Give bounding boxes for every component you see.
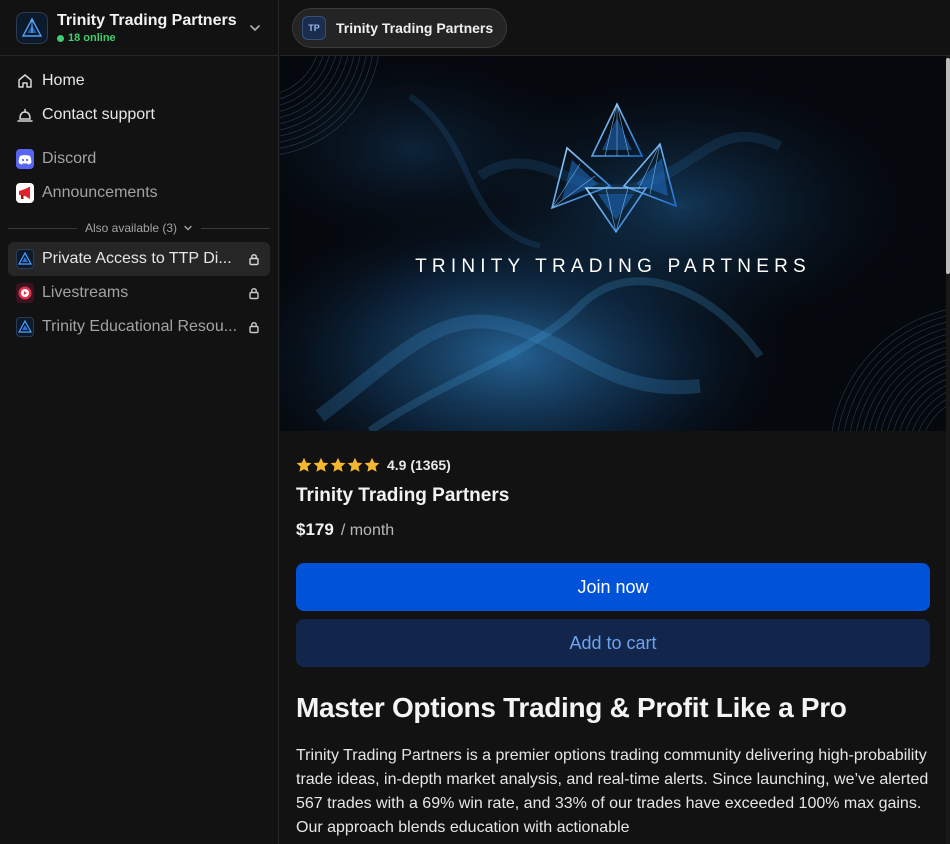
chevron-down-icon [184, 225, 192, 231]
top-bar: TP Trinity Trading Partners [280, 0, 950, 56]
community-name: Trinity Trading Partners [57, 11, 237, 29]
price-period: / month [340, 522, 395, 539]
product-name: Trinity Trading Partners [296, 485, 510, 506]
bell-icon [16, 106, 34, 124]
sidebar-item-livestreams[interactable]: Livestreams [8, 276, 270, 310]
product-description: Trinity Trading Partners is a premier op… [296, 747, 929, 836]
online-dot-icon [57, 34, 64, 42]
star-icon [296, 457, 312, 472]
rating[interactable]: 4.9 (1365) [296, 457, 451, 473]
sidebar-item-announcements[interactable]: Announcements [8, 176, 270, 210]
product-tab-pill[interactable]: TP Trinity Trading Partners [292, 8, 508, 48]
sidebar-item-label: Livestreams [42, 284, 129, 301]
add-to-cart-button[interactable]: Add to cart [296, 619, 930, 667]
product-banner: TRINITY TRADING PARTNERS [280, 56, 946, 431]
rating-value: 4.9 (1365) [387, 457, 451, 473]
banner-title: TRINITY TRADING PARTNERS [415, 256, 811, 277]
also-available-divider[interactable]: Also available (3) [8, 220, 271, 236]
online-count: 18 online [68, 31, 116, 44]
home-icon [16, 72, 34, 90]
scrollbar[interactable] [946, 56, 950, 844]
sidebar-item-label: Home [42, 72, 85, 89]
scrollbar-thumb[interactable] [946, 58, 950, 274]
product-tab-label: Trinity Trading Partners [336, 20, 494, 36]
star-icon [347, 457, 363, 472]
sidebar-item-home[interactable]: Home [8, 64, 270, 98]
price-amount: $179 [296, 520, 334, 539]
sidebar-item-discord[interactable]: Discord [8, 142, 270, 176]
sidebar: Trinity Trading Partners 18 online Home … [0, 0, 279, 844]
star-rating [296, 457, 381, 473]
sidebar-nav: Home Contact support Discord Announcemen… [0, 56, 278, 344]
sidebar-item-private-access[interactable]: Private Access to TTP Di... [8, 242, 270, 276]
product-avatar: TP [302, 16, 326, 40]
banner-artwork [280, 56, 946, 431]
also-available-label: Also available (3) [84, 221, 178, 235]
lock-icon [249, 254, 259, 266]
online-status: 18 online [57, 31, 237, 45]
lock-icon [249, 322, 259, 334]
price: $179 / month [296, 520, 394, 540]
livestream-icon [16, 283, 34, 303]
sidebar-item-label: Announcements [42, 184, 158, 201]
sidebar-item-label: Contact support [42, 106, 155, 123]
community-logo [16, 11, 48, 44]
ttp-logo-icon [16, 249, 34, 269]
sidebar-item-label: Trinity Educational Resou... [42, 318, 238, 335]
sidebar-item-educational-resources[interactable]: Trinity Educational Resou... [8, 310, 270, 344]
chevron-down-icon[interactable] [248, 21, 262, 35]
discord-icon [16, 149, 34, 169]
sidebar-item-label: Private Access to TTP Di... [42, 250, 232, 267]
product-page: TRINITY TRADING PARTNERS 4.9 (1365) Trin… [280, 56, 950, 844]
star-icon [313, 457, 329, 472]
ttp-logo-icon [16, 317, 34, 337]
sidebar-item-contact-support[interactable]: Contact support [8, 98, 270, 132]
star-icon [330, 457, 346, 472]
star-icon [364, 457, 380, 472]
lock-icon [249, 288, 259, 300]
product-headline: Master Options Trading & Profit Like a P… [296, 692, 847, 723]
community-switcher[interactable]: Trinity Trading Partners 18 online [0, 0, 278, 56]
join-now-button[interactable]: Join now [296, 563, 930, 611]
megaphone-icon [16, 183, 34, 203]
sidebar-item-label: Discord [42, 150, 97, 167]
